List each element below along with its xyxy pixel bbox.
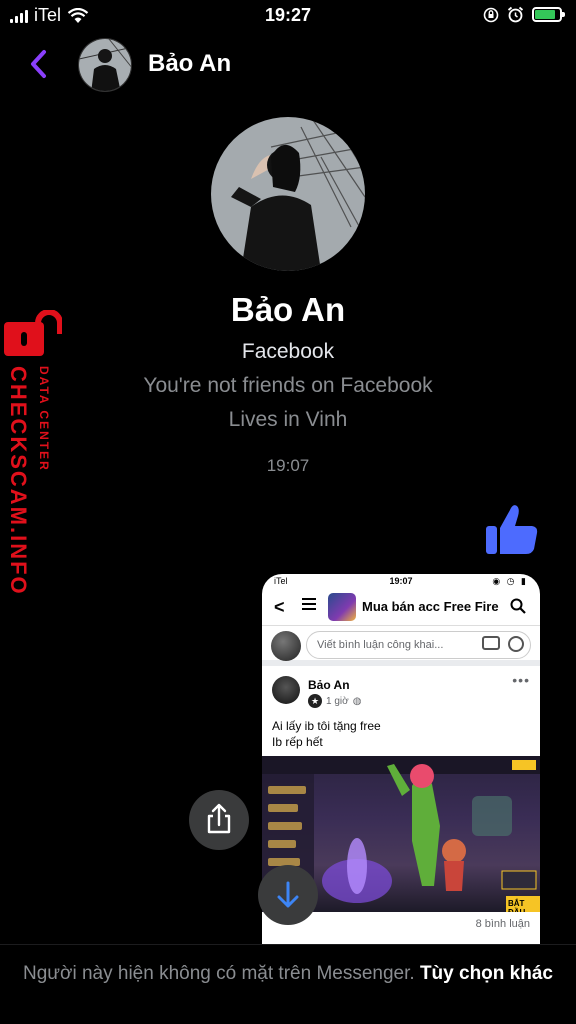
commenter-avatar [271,631,301,661]
scroll-down-button[interactable] [258,865,318,925]
screenshot-menu-icon [302,598,316,610]
post-text-line1: Ai lấy ib tôi tặng free [272,719,381,733]
back-button[interactable] [24,46,54,82]
post-meta: ★ 1 giờ ◍ [308,694,361,708]
friend-status: You're not friends on Facebook [143,374,433,397]
thumbs-up-icon[interactable] [482,500,540,558]
message-timestamp: 19:07 [266,456,310,475]
screenshot-search-icon [510,598,526,614]
status-right [483,6,565,23]
group-name: Mua bán acc Free Fire [362,599,499,614]
alarm-icon [507,6,524,23]
game-start-label: BẮT ĐẦU [508,899,525,912]
status-bar: iTel 19:27 [0,0,576,32]
group-thumbnail [328,593,356,621]
lock-icon [4,310,62,356]
screenshot-back-icon: < [274,597,285,617]
post-time: 1 giờ [326,695,349,707]
star-icon: ★ [308,694,322,708]
profile-name: Bảo An [230,291,346,328]
post-author-avatar [272,676,300,704]
more-icon: ••• [512,672,530,688]
camera-icon [482,636,500,650]
arrow-down-icon [277,881,299,908]
lives-in: Lives in Vinh [228,408,348,431]
header-contact-name[interactable]: Bảo An [148,50,231,78]
unavailable-footer: Người này hiện không có mặt trên Messeng… [0,944,576,1024]
orientation-lock-icon [483,7,499,22]
header-avatar[interactable] [78,38,132,92]
watermark-text: CHECKSCAM.INFO [6,366,31,596]
chat-header: Bảo An [0,32,576,98]
globe-icon: ◍ [352,695,362,707]
more-options-link[interactable]: Tùy chọn khác [420,963,553,984]
profile-photo [211,117,365,271]
post-author: Bảo An [308,678,350,692]
share-button[interactable] [189,790,249,850]
screenshot-group-bar: < Mua bán acc Free Fire [262,588,540,626]
comment-count: 8 bình luận [475,918,530,930]
screenshot-status-bar: iTel 19:07 ◉ ◷ ▮ [262,574,540,588]
share-icon [207,803,231,834]
screenshot-comment-bar: Viết bình luận công khai... [262,626,540,666]
unavailable-message: Người này hiện không có mặt trên Messeng… [23,963,415,984]
emoji-icon [508,636,524,652]
profile-avatar[interactable] [211,117,365,271]
profile-source: Facebook [241,340,335,363]
screenshot-status-icons: ◉ ◷ ▮ [492,576,528,586]
watermark-subtext: DATA CENTER [37,366,51,472]
post-text-line2: Ib rếp hết [272,735,323,749]
avatar-photo [79,39,131,91]
battery-icon [532,7,565,22]
